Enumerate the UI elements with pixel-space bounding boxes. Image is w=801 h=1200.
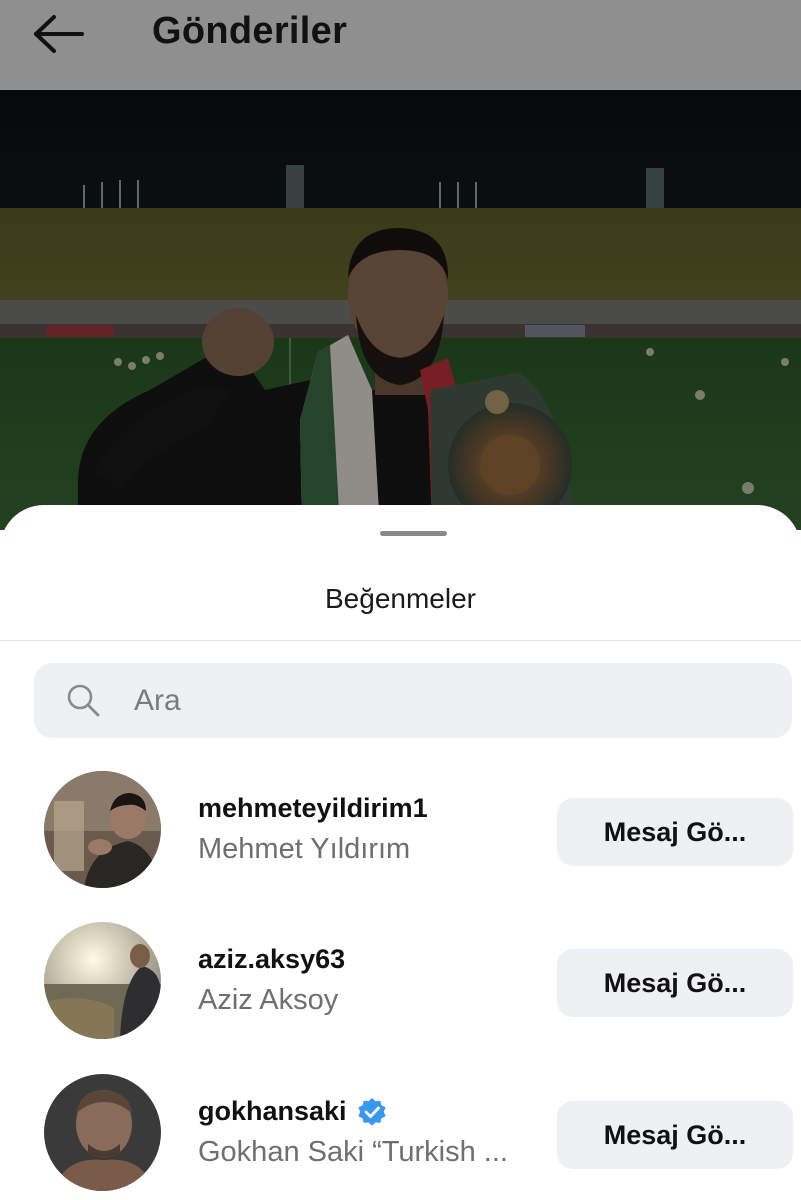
avatar[interactable] <box>44 1074 161 1191</box>
message-button[interactable]: Mesaj Gö... <box>557 798 793 866</box>
message-button[interactable]: Mesaj Gö... <box>557 1101 793 1169</box>
full-name: Mehmet Yıldırım <box>198 833 411 865</box>
message-button[interactable]: Mesaj Gö... <box>557 949 793 1017</box>
post-photo[interactable] <box>0 90 801 530</box>
username[interactable]: aziz.aksy63 <box>198 944 345 975</box>
divider <box>0 640 801 641</box>
drag-handle[interactable] <box>380 531 447 536</box>
avatar[interactable] <box>44 771 161 888</box>
page-title: Gönderiler <box>152 10 348 52</box>
search-icon <box>67 684 100 717</box>
username[interactable]: gokhansaki <box>198 1096 347 1127</box>
user-row[interactable]: aziz.aksy63 Aziz Aksoy Mesaj Gö... <box>0 922 801 1052</box>
username[interactable]: mehmeteyildirim1 <box>198 793 428 824</box>
search-input[interactable] <box>134 663 754 738</box>
sheet-title: Beğenmeler <box>325 583 476 614</box>
verified-badge-icon <box>357 1097 386 1126</box>
full-name: Aziz Aksoy <box>198 984 339 1016</box>
user-row[interactable]: gokhansaki Gokhan Saki “Turkish ... Mesa… <box>0 1074 801 1200</box>
username-wrap: gokhansaki <box>198 1096 387 1127</box>
user-row[interactable]: mehmeteyildirim1 Mehmet Yıldırım Mesaj G… <box>0 771 801 901</box>
username-wrap: aziz.aksy63 <box>198 944 345 975</box>
username-wrap: mehmeteyildirim1 <box>198 793 428 824</box>
likes-sheet: Beğenmeler mehmeteyildirim1 Mehmet Yıldı… <box>0 505 801 1200</box>
arrow-left-icon[interactable] <box>30 14 86 54</box>
full-name: Gokhan Saki “Turkish ... <box>198 1136 508 1168</box>
top-bar: Gönderiler <box>0 0 801 90</box>
avatar[interactable] <box>44 922 161 1039</box>
search-box[interactable] <box>34 663 792 738</box>
